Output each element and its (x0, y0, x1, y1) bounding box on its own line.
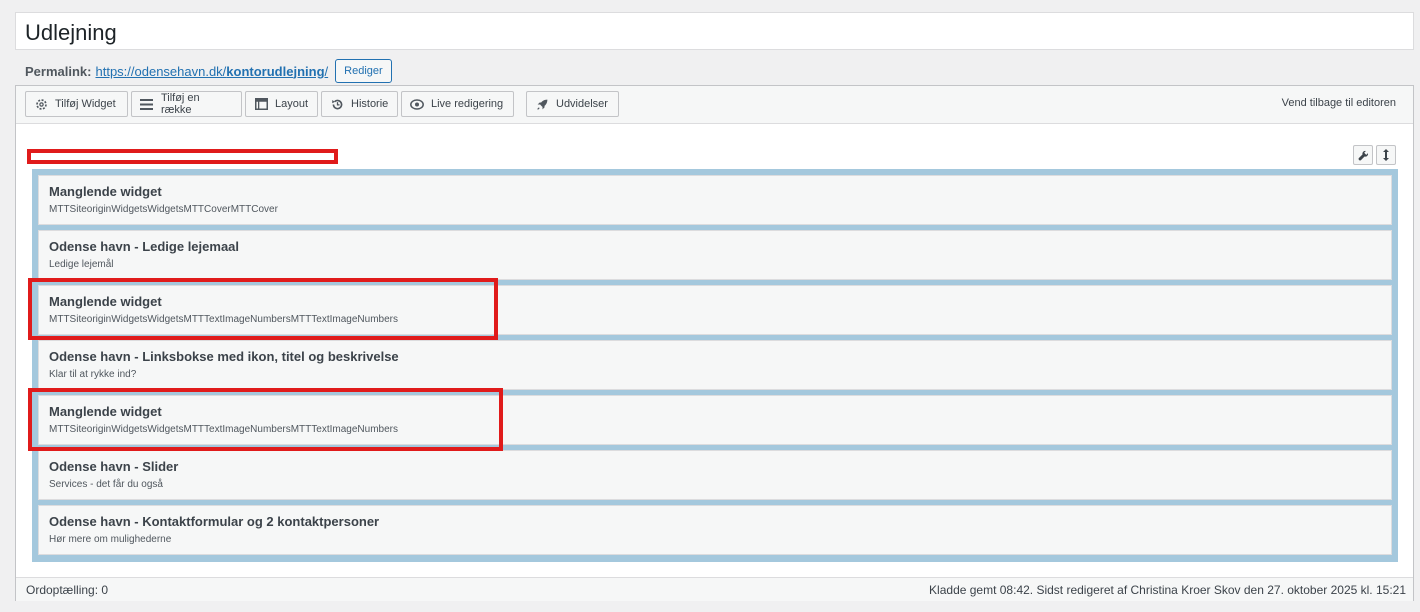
post-title-input[interactable]: Udlejning (15, 12, 1414, 50)
addons-button[interactable]: Udvidelser (526, 91, 619, 117)
wrench-icon[interactable] (1353, 145, 1373, 165)
widget-item[interactable]: Manglende widget MTTSiteoriginWidgetsWidg… (38, 285, 1392, 335)
permalink-label: Permalink: (25, 63, 92, 79)
widget-item[interactable]: Odense havn - Kontaktformular og 2 konta… (38, 505, 1392, 555)
move-row-icon[interactable] (1376, 145, 1396, 165)
widget-item[interactable]: Manglende widget MTTSiteoriginWidgetsWidg… (38, 175, 1392, 225)
widget-description: MTTSiteoriginWidgetsWidgetsMTTTextImageN… (49, 424, 398, 435)
live-editor-button[interactable]: Live redigering (401, 91, 514, 117)
highlight-box (27, 149, 338, 164)
permalink-link[interactable]: https://odensehavn.dk/kontorudlejning/ (95, 64, 328, 79)
widget-item[interactable]: Odense havn - Slider Services - det får d… (38, 450, 1392, 500)
permalink-slug: kontorudlejning (226, 63, 325, 79)
widget-title: Manglende widget (49, 404, 162, 419)
live-editor-label: Live redigering (431, 98, 504, 110)
history-icon (330, 97, 344, 111)
layout-button[interactable]: Layout (245, 91, 318, 117)
widget-description: Klar til at rykke ind? (49, 369, 137, 380)
widget-description: Hør mere om mulighederne (49, 534, 172, 545)
widget-item[interactable]: Odense havn - Linksbokse med ikon, titel… (38, 340, 1392, 390)
widget-title: Odense havn - Slider (49, 459, 179, 474)
widget-title: Odense havn - Linksbokse med ikon, titel… (49, 349, 399, 364)
back-to-editor-link[interactable]: Vend tilbage til editoren (1282, 97, 1396, 109)
row-cell: Manglende widget MTTSiteoriginWidgetsWidg… (32, 169, 1398, 562)
builder-toolbar: Tilføj Widget Tilføj en række Layout His… (16, 86, 1413, 124)
widget-description: MTTSiteoriginWidgetsWidgetsMTTTextImageN… (49, 314, 398, 325)
permalink-suffix: / (324, 63, 329, 79)
edit-permalink-button[interactable]: Rediger (335, 59, 392, 83)
widget-title: Odense havn - Kontaktformular og 2 konta… (49, 514, 380, 529)
gear-icon (34, 97, 48, 111)
eye-icon (410, 97, 424, 111)
permalink-row: Permalink: https://odensehavn.dk/kontoru… (25, 59, 392, 83)
layout-label: Layout (275, 98, 309, 110)
widget-title: Odense havn - Ledige lejemaal (49, 239, 240, 254)
page-builder: Tilføj Widget Tilføj en række Layout His… (15, 85, 1414, 601)
rows-icon (140, 97, 154, 111)
addons-label: Udvidelser (556, 98, 608, 110)
widget-description: Services - det får du også (49, 479, 163, 490)
add-row-button[interactable]: Tilføj en række (131, 91, 242, 117)
add-row-label: Tilføj en række (160, 92, 200, 116)
add-widget-label: Tilføj Widget (55, 98, 116, 110)
rocket-icon (535, 97, 549, 111)
widget-item[interactable]: Odense havn - Ledige lejemaal Ledige leje… (38, 230, 1392, 280)
widget-title: Manglende widget (49, 294, 162, 309)
widget-description: Ledige lejemål (49, 259, 114, 270)
history-button[interactable]: Historie (321, 91, 398, 117)
history-label: Historie (351, 98, 389, 110)
widget-description: MTTSiteoriginWidgetsWidgetsMTTCoverMTTCo… (49, 204, 278, 215)
word-count: Ordoptælling: 0 (26, 583, 109, 597)
save-status: Kladde gemt 08:42. Sidst redigeret af Ch… (929, 583, 1406, 597)
permalink-prefix: https://odensehavn.dk/ (95, 63, 227, 79)
status-bar: Ordoptælling: 0 Kladde gemt 08:42. Sidst… (16, 577, 1413, 601)
widget-title: Manglende widget (49, 184, 162, 199)
layout-icon (254, 97, 268, 111)
widget-item[interactable]: Manglende widget MTTSiteoriginWidgetsWidg… (38, 395, 1392, 445)
add-widget-button[interactable]: Tilføj Widget (25, 91, 128, 117)
